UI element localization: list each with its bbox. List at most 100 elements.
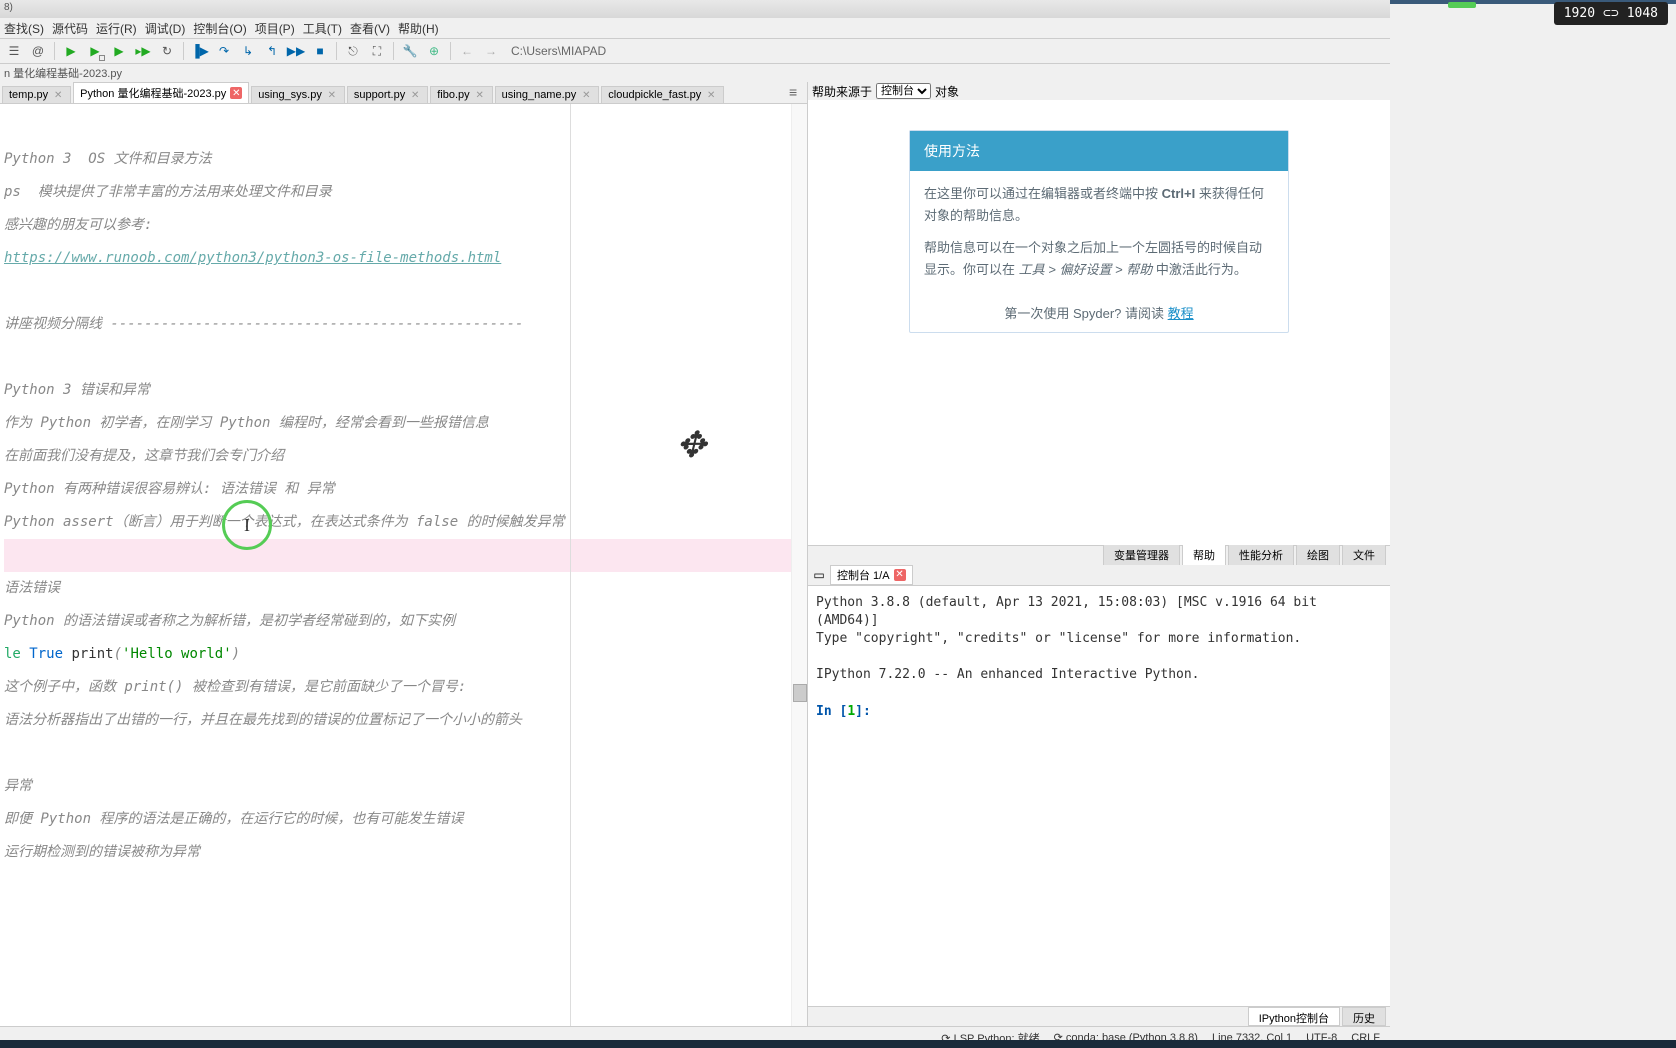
res-width: 1920: [1564, 6, 1595, 21]
exit-debug-icon[interactable]: ⎋: [343, 41, 363, 61]
console-prompt: In [1]:: [816, 703, 1382, 721]
tab-label: cloudpickle_fast.py: [608, 89, 701, 101]
close-icon[interactable]: ✕: [230, 87, 242, 99]
menu-view[interactable]: 查看(V): [350, 20, 390, 36]
stop-icon[interactable]: ■: [310, 41, 330, 61]
tab-cloudpickle[interactable]: cloudpickle_fast.py ✕: [601, 86, 724, 103]
console-line: Type "copyright", "credits" or "license"…: [816, 630, 1382, 648]
tab-support[interactable]: support.py ✕: [347, 86, 428, 103]
help-card-footer: 第一次使用 Spyder? 请阅读 教程: [910, 293, 1288, 332]
menu-source[interactable]: 源代码: [52, 20, 88, 36]
continue-icon[interactable]: ▶▶: [286, 41, 306, 61]
tab-fibo[interactable]: fibo.py ✕: [430, 86, 492, 103]
code-line: 运行期检测到的错误被称为异常: [4, 836, 803, 869]
tab-using-name[interactable]: using_name.py ✕: [495, 86, 600, 103]
title-bar: 8): [0, 0, 1390, 18]
current-line-highlight: [4, 539, 803, 572]
battery-indicator: [1448, 2, 1476, 8]
path-input[interactable]: C:\Users\MIAPAD: [505, 44, 1386, 58]
step-over-icon[interactable]: ↷: [214, 41, 234, 61]
python-icon[interactable]: ⊕: [424, 41, 444, 61]
tab-label: Python 量化编程基础-2023.py: [80, 85, 226, 101]
tab-history[interactable]: 历史: [1342, 1007, 1386, 1026]
menu-debug[interactable]: 调试(D): [145, 20, 186, 36]
run-cell-icon[interactable]: ▶: [85, 41, 105, 61]
resolution-badge: 1920 ⊂⊃ 1048: [1554, 2, 1668, 25]
code-line: 异常: [4, 770, 803, 803]
help-card-title: 使用方法: [910, 131, 1288, 171]
menu-run[interactable]: 运行(R): [96, 20, 137, 36]
tab-using-sys[interactable]: using_sys.py ✕: [251, 86, 345, 103]
right-tabs: 变量管理器 帮助 性能分析 绘图 文件: [808, 545, 1390, 565]
close-icon[interactable]: ✕: [409, 89, 421, 101]
tab-ipython-console[interactable]: IPython控制台: [1248, 1007, 1340, 1026]
step-out-icon[interactable]: ↰: [262, 41, 282, 61]
menu-help[interactable]: 帮助(H): [398, 20, 439, 36]
code-line: 讲座视频分隔线 --------------------------------…: [4, 308, 803, 341]
console-tab-label: 控制台 1/A: [837, 567, 890, 583]
tab-plots[interactable]: 绘图: [1296, 544, 1340, 566]
editor-pane: temp.py ✕ Python 量化编程基础-2023.py ✕ using_…: [0, 82, 808, 1026]
tab-temp[interactable]: temp.py ✕: [2, 86, 71, 103]
scroll-handle[interactable]: [793, 684, 807, 702]
console-tab[interactable]: 控制台 1/A ✕: [830, 565, 913, 585]
run-cell-next-icon[interactable]: ▶: [109, 41, 129, 61]
ipython-console[interactable]: Python 3.8.8 (default, Apr 13 2021, 15:0…: [808, 585, 1390, 1007]
tab-main[interactable]: Python 量化编程基础-2023.py ✕: [73, 82, 249, 103]
help-source-select[interactable]: 控制台: [876, 83, 931, 99]
menu-bar: 查找(S) 源代码 运行(R) 调试(D) 控制台(O) 项目(P) 工具(T)…: [0, 18, 1390, 38]
tab-help[interactable]: 帮助: [1182, 544, 1226, 566]
tab-files[interactable]: 文件: [1342, 544, 1386, 566]
close-icon[interactable]: ✕: [326, 89, 338, 101]
menu-find[interactable]: 查找(S): [4, 20, 44, 36]
tab-label: using_sys.py: [258, 89, 322, 101]
code-line: 语法分析器指出了出错的一行，并且在最先找到的错误的位置标记了一个小小的箭头: [4, 704, 803, 737]
tab-variable-explorer[interactable]: 变量管理器: [1103, 544, 1180, 566]
console-line: IPython 7.22.0 -- An enhanced Interactiv…: [816, 666, 1382, 684]
close-icon[interactable]: ✕: [894, 569, 906, 581]
help-header: 帮助来源于 控制台 对象: [808, 82, 1390, 100]
run-icon[interactable]: ▶: [61, 41, 81, 61]
console-tabs: ▭ 控制台 1/A ✕: [808, 565, 1390, 585]
at-icon[interactable]: @: [28, 41, 48, 61]
help-source-label: 帮助来源于: [812, 83, 872, 100]
ruler-line: [570, 104, 571, 1026]
code-editor[interactable]: Python 3 OS 文件和目录方法 ps 模块提供了非常丰富的方法用来处理文…: [0, 104, 807, 1026]
help-object-label: 对象: [935, 83, 959, 100]
move-cursor-icon: ✥: [676, 429, 706, 462]
link-icon: ⊂⊃: [1603, 6, 1619, 21]
taskbar[interactable]: [0, 1040, 1676, 1048]
scrollbar[interactable]: [791, 104, 807, 1026]
close-icon[interactable]: ✕: [52, 89, 64, 101]
code-line: 语法错误: [4, 572, 803, 605]
fullscreen-icon[interactable]: ⛶: [367, 41, 387, 61]
code-line: 这个例子中，函数 print() 被检查到有错误，是它前面缺少了一个冒号:: [4, 671, 803, 704]
list-icon[interactable]: ☰: [4, 41, 24, 61]
debug-icon[interactable]: ▐▶: [190, 41, 210, 61]
tab-profiler[interactable]: 性能分析: [1228, 544, 1294, 566]
code-link: https://www.runoob.com/python3/python3-o…: [4, 250, 501, 266]
editor-tabs: temp.py ✕ Python 量化编程基础-2023.py ✕ using_…: [0, 82, 807, 104]
close-icon[interactable]: ✕: [580, 89, 592, 101]
code-line: 即便 Python 程序的语法是正确的，在运行它的时候，也有可能发生错误: [4, 803, 803, 836]
step-in-icon[interactable]: ↳: [238, 41, 258, 61]
tutorial-link[interactable]: 教程: [1168, 306, 1194, 321]
close-icon[interactable]: ✕: [474, 89, 486, 101]
wrench-icon[interactable]: 🔧: [400, 41, 420, 61]
menu-tools[interactable]: 工具(T): [303, 20, 342, 36]
tab-menu-icon[interactable]: ≡: [789, 84, 805, 100]
rerun-icon[interactable]: ↻: [157, 41, 177, 61]
console-menu-icon[interactable]: ▭: [812, 568, 826, 582]
code-line: Python 3 错误和异常: [4, 374, 803, 407]
title-suffix: 8): [4, 2, 13, 13]
tab-label: fibo.py: [437, 89, 469, 101]
menu-console[interactable]: 控制台(O): [193, 20, 246, 36]
back-icon[interactable]: ←: [457, 41, 477, 61]
close-icon[interactable]: ✕: [705, 89, 717, 101]
run-line-icon[interactable]: ▸▶: [133, 41, 153, 61]
forward-icon[interactable]: →: [481, 41, 501, 61]
code-line: Python 3 OS 文件和目录方法: [4, 143, 803, 176]
menu-project[interactable]: 项目(P): [255, 20, 295, 36]
code-line: Python 有两种错误很容易辨认: 语法错误 和 异常: [4, 473, 803, 506]
console-line: Python 3.8.8 (default, Apr 13 2021, 15:0…: [816, 594, 1382, 630]
